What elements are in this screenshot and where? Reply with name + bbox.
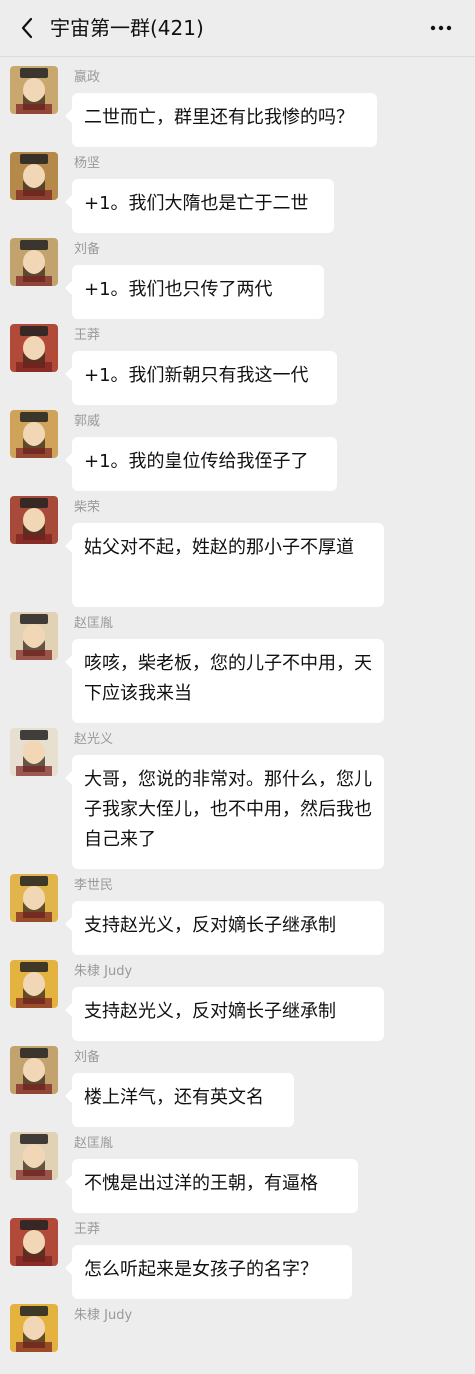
sender-name: 王莽 <box>74 1222 101 1237</box>
message-bubble[interactable]: +1。我们大隋也是亡于二世 <box>65 179 334 233</box>
message-bubble[interactable]: 楼上洋气，还有英文名 <box>65 1073 294 1127</box>
sender-avatar[interactable] <box>10 66 58 114</box>
sender-avatar[interactable] <box>10 1132 58 1180</box>
sender-avatar[interactable] <box>10 152 58 200</box>
sender-avatar[interactable] <box>10 410 58 458</box>
message-bubble[interactable]: +1。我们新朝只有我这一代 <box>65 351 337 405</box>
sender-name: 朱棣 Judy <box>74 964 133 979</box>
sender-avatar[interactable] <box>10 496 58 544</box>
sender-name: 赵匡胤 <box>74 616 114 631</box>
message-bubble[interactable]: +1。我的皇位传给我侄子了 <box>65 437 337 491</box>
sender-name: 嬴政 <box>74 70 101 85</box>
chat-message: 李世民支持赵光义，反对嫡长子继承制 <box>0 874 475 955</box>
sender-avatar[interactable] <box>10 728 58 776</box>
sender-name: 刘备 <box>74 1050 101 1065</box>
sender-avatar[interactable] <box>10 1046 58 1094</box>
chat-message: 赵光义大哥，您说的非常对。那什么，您儿子我家大侄儿，也不中用，然后我也自己来了 <box>0 728 475 869</box>
sender-avatar[interactable] <box>10 960 58 1008</box>
sender-avatar[interactable] <box>10 238 58 286</box>
sender-avatar[interactable] <box>10 874 58 922</box>
message-bubble[interactable]: 支持赵光义，反对嫡长子继承制 <box>65 987 384 1041</box>
chat-message: 郭威 +1。我的皇位传给我侄子了 <box>0 410 475 491</box>
message-bubble[interactable]: 二世而亡，群里还有比我惨的吗？ <box>65 93 377 147</box>
message-bubble[interactable]: 咳咳，柴老板，您的儿子不中用，天下应该我来当 <box>65 639 384 723</box>
chat-message: 赵匡胤不愧是出过洋的王朝，有逼格 <box>0 1132 475 1213</box>
chat-message: 王莽怎么听起来是女孩子的名字？ <box>0 1218 475 1299</box>
sender-name: 李世民 <box>74 878 114 893</box>
message-bubble[interactable]: 怎么听起来是女孩子的名字？ <box>65 1245 352 1299</box>
back-icon[interactable] <box>14 14 42 42</box>
sender-avatar[interactable] <box>10 1304 58 1352</box>
chat-message: 朱棣 Judy <box>0 1304 475 1374</box>
message-bubble[interactable]: 姑父对不起，姓赵的那小子不厚道 <box>65 523 384 607</box>
chat-message: 刘备楼上洋气，还有英文名 <box>0 1046 475 1127</box>
chat-message: 嬴政二世而亡，群里还有比我惨的吗？ <box>0 66 475 147</box>
sender-name: 王莽 <box>74 328 101 343</box>
message-bubble[interactable]: 不愧是出过洋的王朝，有逼格 <box>65 1159 358 1213</box>
chat-message: 杨坚 +1。我们大隋也是亡于二世 <box>0 152 475 233</box>
top-bar: 宇宙第一群(421) <box>0 0 475 57</box>
sender-name: 刘备 <box>74 242 101 257</box>
message-bubble[interactable]: 大哥，您说的非常对。那什么，您儿子我家大侄儿，也不中用，然后我也自己来了 <box>65 755 384 869</box>
chat-message: 王莽 +1。我们新朝只有我这一代 <box>0 324 475 405</box>
more-options-icon[interactable] <box>427 14 455 42</box>
sender-avatar[interactable] <box>10 612 58 660</box>
sender-name: 赵匡胤 <box>74 1136 114 1151</box>
chat-message: 刘备 +1。我们也只传了两代 <box>0 238 475 319</box>
sender-name: 朱棣 Judy <box>74 1308 133 1323</box>
chat-message: 柴荣姑父对不起，姓赵的那小子不厚道 <box>0 496 475 607</box>
sender-avatar[interactable] <box>10 324 58 372</box>
chat-title: 宇宙第一群(421) <box>50 16 204 40</box>
sender-avatar[interactable] <box>10 1218 58 1266</box>
sender-name: 柴荣 <box>74 500 101 515</box>
message-bubble[interactable]: +1。我们也只传了两代 <box>65 265 324 319</box>
sender-name: 杨坚 <box>74 156 101 171</box>
chat-message: 赵匡胤咳咳，柴老板，您的儿子不中用，天下应该我来当 <box>0 612 475 723</box>
sender-name: 赵光义 <box>74 732 114 747</box>
message-bubble[interactable]: 支持赵光义，反对嫡长子继承制 <box>65 901 384 955</box>
sender-name: 郭威 <box>74 414 101 429</box>
chat-message: 朱棣 Judy 支持赵光义，反对嫡长子继承制 <box>0 960 475 1041</box>
